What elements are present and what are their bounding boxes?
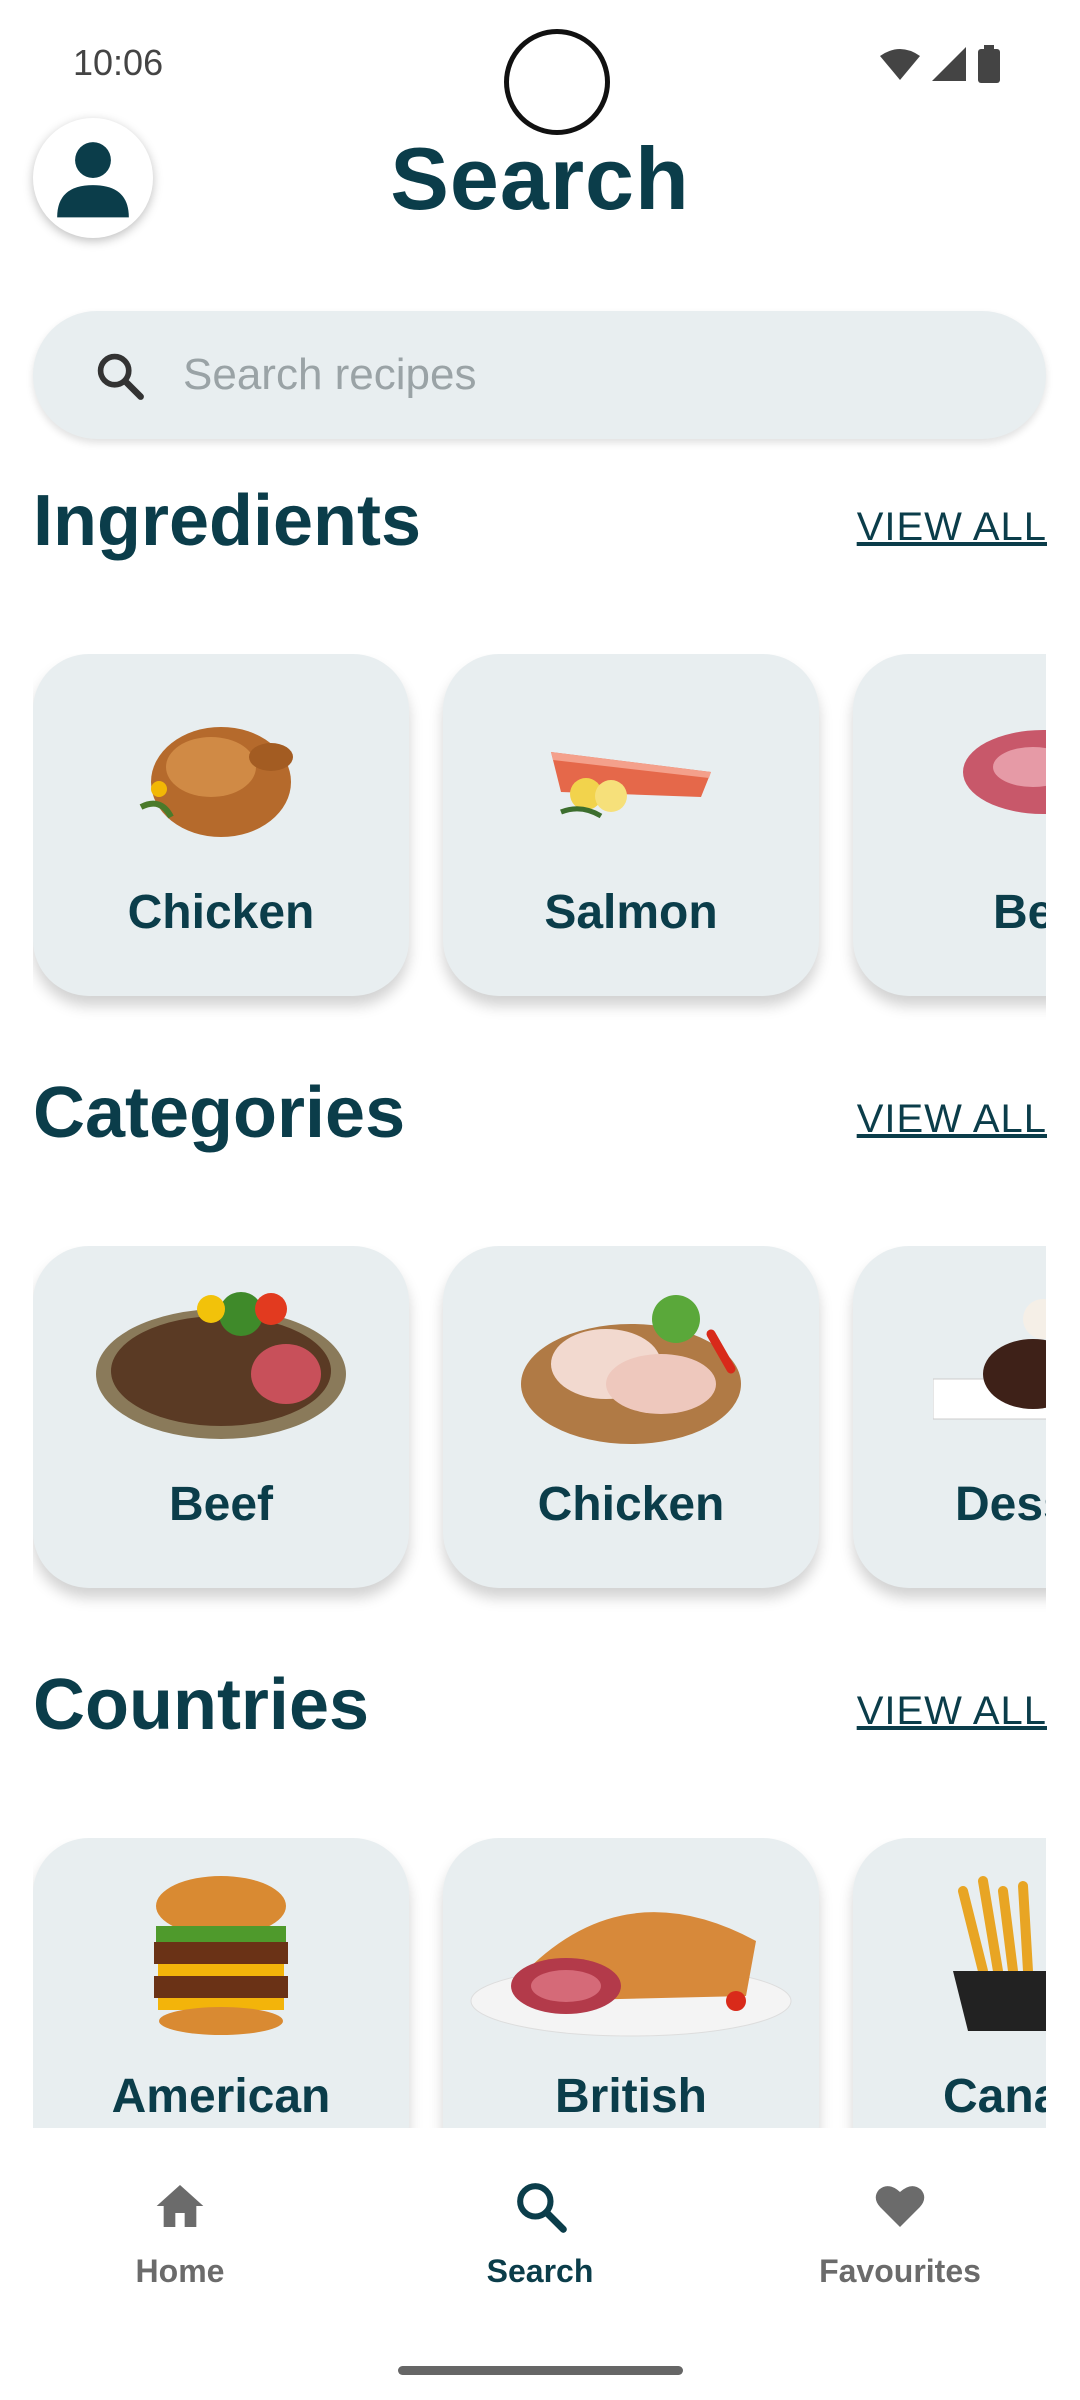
ingredient-label: Chicken [127, 886, 315, 939]
ingredient-label: Be [993, 886, 1046, 939]
ingredient-label: Salmon [544, 886, 718, 939]
section-title-ingredients: Ingredients [33, 481, 422, 561]
country-card-canadian[interactable]: Cana [853, 1838, 1046, 2128]
nav-label-home: Home [135, 2253, 225, 2289]
view-all-ingredients-link[interactable]: VIEW ALL [857, 505, 1047, 550]
nav-item-home[interactable]: Home [0, 2178, 360, 2290]
country-label: American [111, 2070, 331, 2123]
section-title-countries: Countries [33, 1665, 370, 1745]
category-label: Dess [955, 1478, 1046, 1531]
ingredient-card-chicken[interactable]: Chicken [33, 654, 409, 996]
view-all-countries-link[interactable]: VIEW ALL [857, 1689, 1047, 1734]
beef-wellington-image [443, 1866, 819, 2046]
country-card-british[interactable]: British [443, 1838, 819, 2128]
poutine-image [853, 1866, 1046, 2046]
ingredient-card-beef[interactable]: Be [853, 654, 1046, 996]
battery-icon [978, 45, 1000, 83]
beef-image [853, 682, 1046, 862]
search-input[interactable] [181, 349, 985, 401]
salmon-image [443, 682, 819, 862]
bottom-navigation: Home Search Favourites [0, 2128, 1080, 2400]
view-all-categories-link[interactable]: VIEW ALL [857, 1097, 1047, 1142]
signal-icon [932, 47, 966, 81]
category-card-chicken[interactable]: Chicken [443, 1246, 819, 1588]
status-bar: 10:06 [0, 0, 1080, 135]
nav-label-search: Search [486, 2253, 594, 2289]
category-label: Chicken [537, 1478, 725, 1531]
burger-image [33, 1866, 409, 2046]
search-icon [97, 353, 144, 400]
wifi-icon [880, 49, 920, 80]
status-icons [880, 45, 1000, 83]
countries-row[interactable]: American British Cana [33, 1838, 1046, 2128]
categories-row[interactable]: Beef Chicken Dess [33, 1246, 1046, 1618]
search-icon [517, 2183, 567, 2233]
ingredients-row[interactable]: Chicken Salmon Be [33, 654, 1046, 1026]
category-label: Beef [168, 1478, 274, 1531]
roast-chicken-image [33, 682, 409, 862]
country-label: Cana [943, 2070, 1046, 2123]
nav-label-favourites: Favourites [819, 2253, 981, 2289]
home-indicator[interactable] [398, 2366, 683, 2375]
camera-cutout [504, 29, 610, 135]
raw-chicken-image [443, 1274, 819, 1454]
category-card-beef[interactable]: Beef [33, 1246, 409, 1588]
status-time: 10:06 [73, 42, 164, 83]
steak-plate-image [33, 1274, 409, 1454]
ingredient-card-salmon[interactable]: Salmon [443, 654, 819, 996]
page-title: Search [390, 129, 690, 228]
country-card-american[interactable]: American [33, 1838, 409, 2128]
heart-icon [875, 2186, 925, 2227]
category-card-dessert[interactable]: Dess [853, 1246, 1046, 1588]
home-icon [156, 2185, 204, 2227]
nav-item-favourites[interactable]: Favourites [720, 2178, 1080, 2290]
country-label: British [554, 2070, 707, 2123]
nav-item-search[interactable]: Search [360, 2178, 720, 2290]
section-title-categories: Categories [33, 1073, 406, 1153]
dessert-image [853, 1274, 1046, 1454]
search-bar[interactable] [33, 311, 1046, 439]
